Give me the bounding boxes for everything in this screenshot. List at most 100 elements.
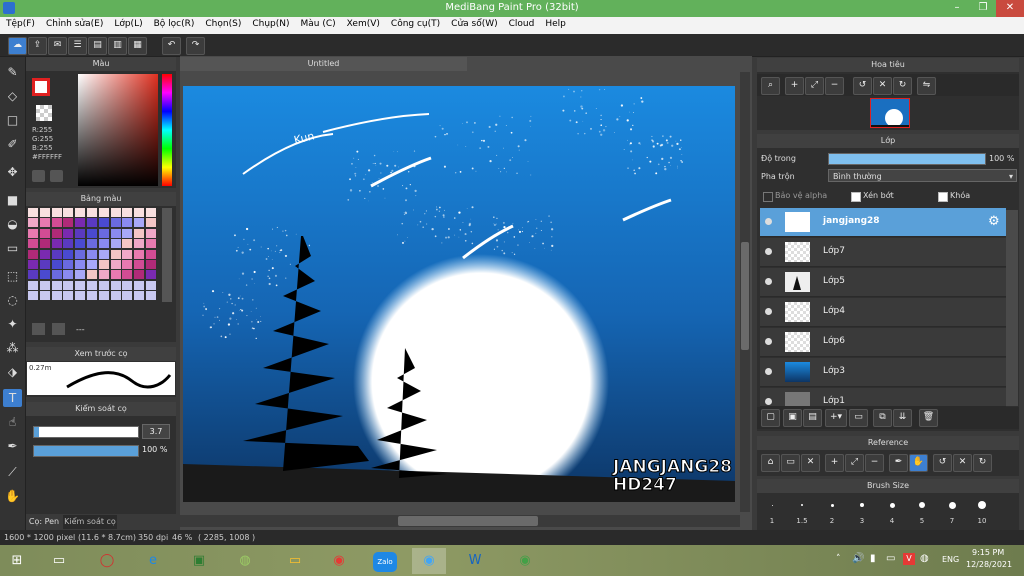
chrome-icon[interactable]: ◉ (322, 548, 356, 574)
ref-zoom-out-icon[interactable]: − (865, 454, 884, 472)
palette-swatch[interactable] (134, 218, 145, 228)
palette-swatch[interactable] (122, 208, 133, 217)
ref-hand-icon[interactable]: ✋ (909, 454, 928, 472)
palette-swatch[interactable] (146, 239, 156, 249)
palette-swatch[interactable] (87, 270, 97, 280)
palette-swatch[interactable] (110, 249, 121, 259)
palette-swatch[interactable] (51, 280, 62, 290)
palette-swatch[interactable] (98, 270, 109, 280)
vivaldi-tray-icon[interactable]: V (903, 553, 915, 565)
medibang-icon[interactable]: ◉ (412, 548, 446, 574)
new-8bit-layer-icon[interactable]: ▤ (803, 409, 822, 427)
app-icon[interactable]: ◍ (228, 548, 262, 574)
volume-icon[interactable]: 🔊 (852, 553, 864, 564)
palette-swatches[interactable] (28, 208, 158, 302)
palette-swatch[interactable] (39, 239, 50, 249)
palette-swatch[interactable] (28, 218, 38, 228)
nav-flip-icon[interactable]: ⇋ (917, 77, 936, 95)
layer-opacity-slider[interactable] (828, 153, 986, 165)
nav-rotate-left-icon[interactable]: ↺ (853, 77, 872, 95)
operation-tool-icon[interactable]: ☝ (3, 413, 22, 431)
file-explorer-icon[interactable]: ▭ (278, 548, 312, 574)
visibility-eye-icon[interactable] (765, 308, 772, 315)
magic-wand-icon[interactable]: ✦ (3, 315, 22, 333)
palette-swatch[interactable] (110, 291, 121, 301)
palette-swatch[interactable] (39, 228, 50, 238)
language-indicator[interactable]: ENG (942, 555, 959, 564)
fill-rect-tool-icon[interactable]: ■ (3, 191, 22, 209)
visibility-eye-icon[interactable] (765, 368, 772, 375)
menu-filter[interactable]: Bộ lọc(R) (148, 17, 200, 29)
palette-swatch[interactable] (75, 239, 86, 249)
comment-icon[interactable]: ✉ (48, 37, 67, 55)
new-halftone-layer-icon[interactable]: ▣ (783, 409, 802, 427)
palette-swatch[interactable] (110, 260, 121, 269)
gradient-tool-icon[interactable]: ▭ (3, 239, 22, 257)
brush-size-slider[interactable] (33, 426, 139, 438)
layer-row[interactable]: jangjang28 ⚙ (760, 208, 1006, 237)
menu-select[interactable]: Chọn(S) (199, 17, 246, 29)
palette-swatch[interactable] (87, 239, 97, 249)
ref-close-icon[interactable]: ✕ (801, 454, 820, 472)
layer-row[interactable]: Lớp3 (760, 358, 1006, 387)
ref-home-icon[interactable]: ⌂ (761, 454, 780, 472)
layer-row[interactable]: Lớp5 (760, 268, 1006, 297)
visibility-eye-icon[interactable] (765, 248, 772, 255)
palette-swatch[interactable] (39, 270, 50, 280)
palette-swatch[interactable] (63, 228, 74, 238)
move-tool-icon[interactable]: ✥ (3, 163, 22, 181)
palette-swatch[interactable] (110, 270, 121, 280)
brush-size-value[interactable]: 3.7 (142, 424, 170, 439)
visibility-eye-icon[interactable] (765, 218, 772, 225)
palette-swatch[interactable] (122, 228, 133, 238)
brush-size-preset[interactable]: 7 (937, 495, 967, 530)
tab-brush-control[interactable]: Kiểm soát cọ (63, 515, 117, 529)
palette-swatch[interactable] (75, 208, 86, 217)
palette-swatch[interactable] (51, 291, 62, 301)
navigator-thumbnail[interactable] (870, 98, 910, 128)
layer-row[interactable]: Lớp4 (760, 298, 1006, 327)
palette-swatch[interactable] (63, 270, 74, 280)
pen-tool-icon[interactable]: ✐ (3, 135, 22, 153)
palette-swatch[interactable] (51, 239, 62, 249)
palette-swatch[interactable] (63, 218, 74, 228)
redo-icon[interactable]: ↷ (186, 37, 205, 55)
nav-zoom-out-icon[interactable]: − (825, 77, 844, 95)
palette-swatch[interactable] (110, 228, 121, 238)
palette-swatch[interactable] (146, 218, 156, 228)
saturation-picker[interactable] (78, 74, 158, 186)
palette-swatch[interactable] (146, 228, 156, 238)
palette-swatch[interactable] (122, 239, 133, 249)
layer-row[interactable]: Lớp7 (760, 238, 1006, 267)
palette-swatch[interactable] (134, 228, 145, 238)
palette-swatch[interactable] (28, 280, 38, 290)
new-palette-icon[interactable] (32, 323, 45, 335)
eyedropper-icon[interactable]: ✒ (3, 437, 22, 455)
battery-icon[interactable]: ▭ (886, 553, 895, 564)
palette-swatch[interactable] (51, 249, 62, 259)
palette-swatch[interactable] (122, 249, 133, 259)
list-icon[interactable]: ▥ (108, 37, 127, 55)
new-layer-icon[interactable]: ▢ (761, 409, 780, 427)
palette-swatch[interactable] (87, 249, 97, 259)
canvas-vertical-scrollbar[interactable] (740, 72, 750, 512)
menu-layer[interactable]: Lớp(L) (108, 17, 147, 29)
palette-swatch[interactable] (75, 270, 86, 280)
edge-icon[interactable]: e (136, 548, 170, 574)
ref-eyedropper-icon[interactable]: ✒ (889, 454, 908, 472)
palette-swatch[interactable] (110, 239, 121, 249)
palette-swatch[interactable] (28, 239, 38, 249)
menu-window[interactable]: Cửa sổ(W) (445, 17, 502, 29)
palette-swatch[interactable] (39, 260, 50, 269)
menu-cloud[interactable]: Cloud (503, 17, 540, 29)
word-icon[interactable]: W (458, 548, 492, 574)
brush-size-preset[interactable]: 2 (817, 495, 847, 530)
bucket-tool-icon[interactable]: ◒ (3, 215, 22, 233)
select-eraser-icon[interactable]: ⬗ (3, 363, 22, 381)
nav-rotate-right-icon[interactable]: ↻ (893, 77, 912, 95)
layer-row[interactable]: Lớp1 (760, 388, 1006, 407)
delete-palette-icon[interactable] (52, 323, 65, 335)
canvas-horizontal-scrollbar[interactable] (180, 515, 740, 527)
palette-swatch[interactable] (110, 208, 121, 217)
eraser-tool-icon[interactable]: ◇ (3, 87, 22, 105)
